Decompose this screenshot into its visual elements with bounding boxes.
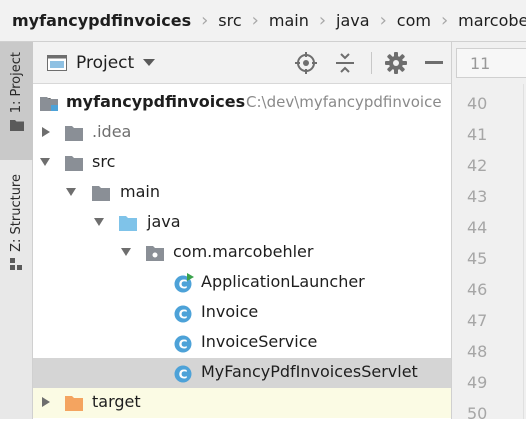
- line-number: 41: [467, 125, 488, 144]
- breadcrumb-item-project[interactable]: myfancypdfinvoices: [12, 11, 191, 30]
- class-icon: C: [174, 365, 192, 383]
- gear-icon[interactable]: [385, 52, 407, 74]
- expand-arrow-icon[interactable]: [40, 158, 50, 166]
- tree-row-label: target: [92, 392, 141, 411]
- breadcrumb-separator: ›: [379, 10, 387, 31]
- svg-text:C: C: [179, 278, 188, 292]
- tree-row-label: InvoiceService: [201, 332, 318, 351]
- class-icon: C: [174, 335, 192, 353]
- gutter-separator: [523, 84, 524, 419]
- tree-row-project-root[interactable]: myfancypdfinvoices C:\dev\myfancypdfinvo…: [33, 88, 451, 118]
- module-folder-icon: [40, 97, 58, 111]
- tree-row-label: ApplicationLauncher: [201, 272, 365, 291]
- breadcrumb-separator: ›: [440, 10, 449, 31]
- header-divider: [371, 52, 372, 74]
- line-number: 49: [467, 373, 488, 392]
- svg-text:C: C: [179, 368, 188, 382]
- tree-row-label: .idea: [92, 122, 132, 141]
- breadcrumb-separator: ›: [318, 10, 327, 31]
- folder-icon: [9, 120, 24, 132]
- breadcrumb: myfancypdfinvoices › src › main › java ›…: [0, 0, 526, 42]
- line-number: 42: [467, 156, 488, 175]
- editor-tab[interactable]: 11: [456, 48, 526, 78]
- excluded-folder-icon: [65, 396, 83, 411]
- line-number: 46: [467, 280, 488, 299]
- tree-row-invoiceservice[interactable]: C InvoiceService: [33, 328, 451, 358]
- svg-text:C: C: [179, 308, 188, 322]
- tree-row-java[interactable]: java: [33, 208, 451, 238]
- tree-row-label: MyFancyPdfInvoicesServlet: [201, 362, 418, 381]
- tool-tab-structure-label: Z: Structure: [9, 174, 24, 252]
- svg-text:C: C: [179, 338, 188, 352]
- tool-tab-project-label: 1: Project: [9, 52, 24, 114]
- breadcrumb-item-java[interactable]: java: [336, 11, 370, 30]
- structure-icon: [9, 257, 22, 270]
- line-number: 48: [467, 342, 488, 361]
- breadcrumb-item-com[interactable]: com: [397, 11, 431, 30]
- tree-row-label: main: [120, 182, 160, 201]
- tree-row-main[interactable]: main: [33, 178, 451, 208]
- folder-icon: [92, 186, 110, 201]
- line-number: 50: [467, 404, 488, 423]
- expand-arrow-icon[interactable]: [94, 218, 104, 226]
- folder-icon: [65, 156, 83, 171]
- breadcrumb-item-src[interactable]: src: [218, 11, 241, 30]
- breadcrumb-item-marcobehler[interactable]: marcobehler: [458, 11, 526, 30]
- tree-row-target[interactable]: target: [33, 388, 451, 418]
- tree-row-myfancypdfinvoicesservlet[interactable]: C MyFancyPdfInvoicesServlet: [33, 358, 451, 388]
- line-number: 45: [467, 249, 488, 268]
- expand-arrow-icon[interactable]: [66, 188, 76, 196]
- tree-row-invoice[interactable]: C Invoice: [33, 298, 451, 328]
- tree-row-label: Invoice: [201, 302, 259, 321]
- breadcrumb-separator: ›: [201, 10, 209, 31]
- collapse-arrow-icon[interactable]: [42, 127, 50, 137]
- locate-icon[interactable]: [295, 52, 317, 74]
- project-view-selector[interactable]: Project: [47, 51, 167, 75]
- minimize-icon[interactable]: [425, 61, 443, 65]
- editor-gutter: 11 40 41 42 43 44 45 46 47 48 49 50: [451, 42, 526, 423]
- collapse-arrow-icon[interactable]: [42, 397, 50, 407]
- line-number: 40: [467, 94, 488, 113]
- editor-tab-line-number: 11: [470, 54, 491, 73]
- breadcrumb-separator: ›: [251, 10, 259, 31]
- tree-row-label: com.marcobehler: [173, 242, 314, 261]
- project-window-icon: [47, 55, 67, 71]
- line-number: 43: [467, 187, 488, 206]
- project-panel-header: Project: [33, 42, 451, 84]
- project-panel-title: Project: [76, 53, 135, 73]
- expand-arrow-icon[interactable]: [121, 248, 131, 256]
- line-number: 44: [467, 218, 488, 237]
- breadcrumb-item-main[interactable]: main: [269, 11, 309, 30]
- collapse-all-icon[interactable]: [335, 52, 355, 74]
- folder-icon: [65, 126, 83, 141]
- class-icon: C: [174, 305, 192, 323]
- tree-row-package[interactable]: com.marcobehler: [33, 238, 451, 268]
- tree-row-path: C:\dev\myfancypdfinvoice: [246, 93, 442, 111]
- project-tree: myfancypdfinvoices C:\dev\myfancypdfinvo…: [33, 84, 451, 419]
- source-folder-icon: [119, 216, 137, 231]
- tree-row-applicationlauncher[interactable]: C ApplicationLauncher: [33, 268, 451, 298]
- tool-window-strip: 1: Project Z: Structure: [0, 42, 33, 419]
- package-icon: [146, 246, 164, 261]
- tool-tab-structure[interactable]: Z: Structure: [0, 174, 33, 284]
- chevron-down-icon: [143, 59, 155, 66]
- runnable-class-icon: C: [174, 273, 194, 293]
- tree-row-src[interactable]: src: [33, 148, 451, 178]
- tree-row-label: java: [147, 212, 181, 231]
- tool-tab-project[interactable]: 1: Project: [0, 42, 33, 160]
- tree-row-label: src: [92, 152, 116, 171]
- line-number: 47: [467, 311, 488, 330]
- tree-row-idea[interactable]: .idea: [33, 118, 451, 148]
- tree-row-label: myfancypdfinvoices: [66, 92, 246, 111]
